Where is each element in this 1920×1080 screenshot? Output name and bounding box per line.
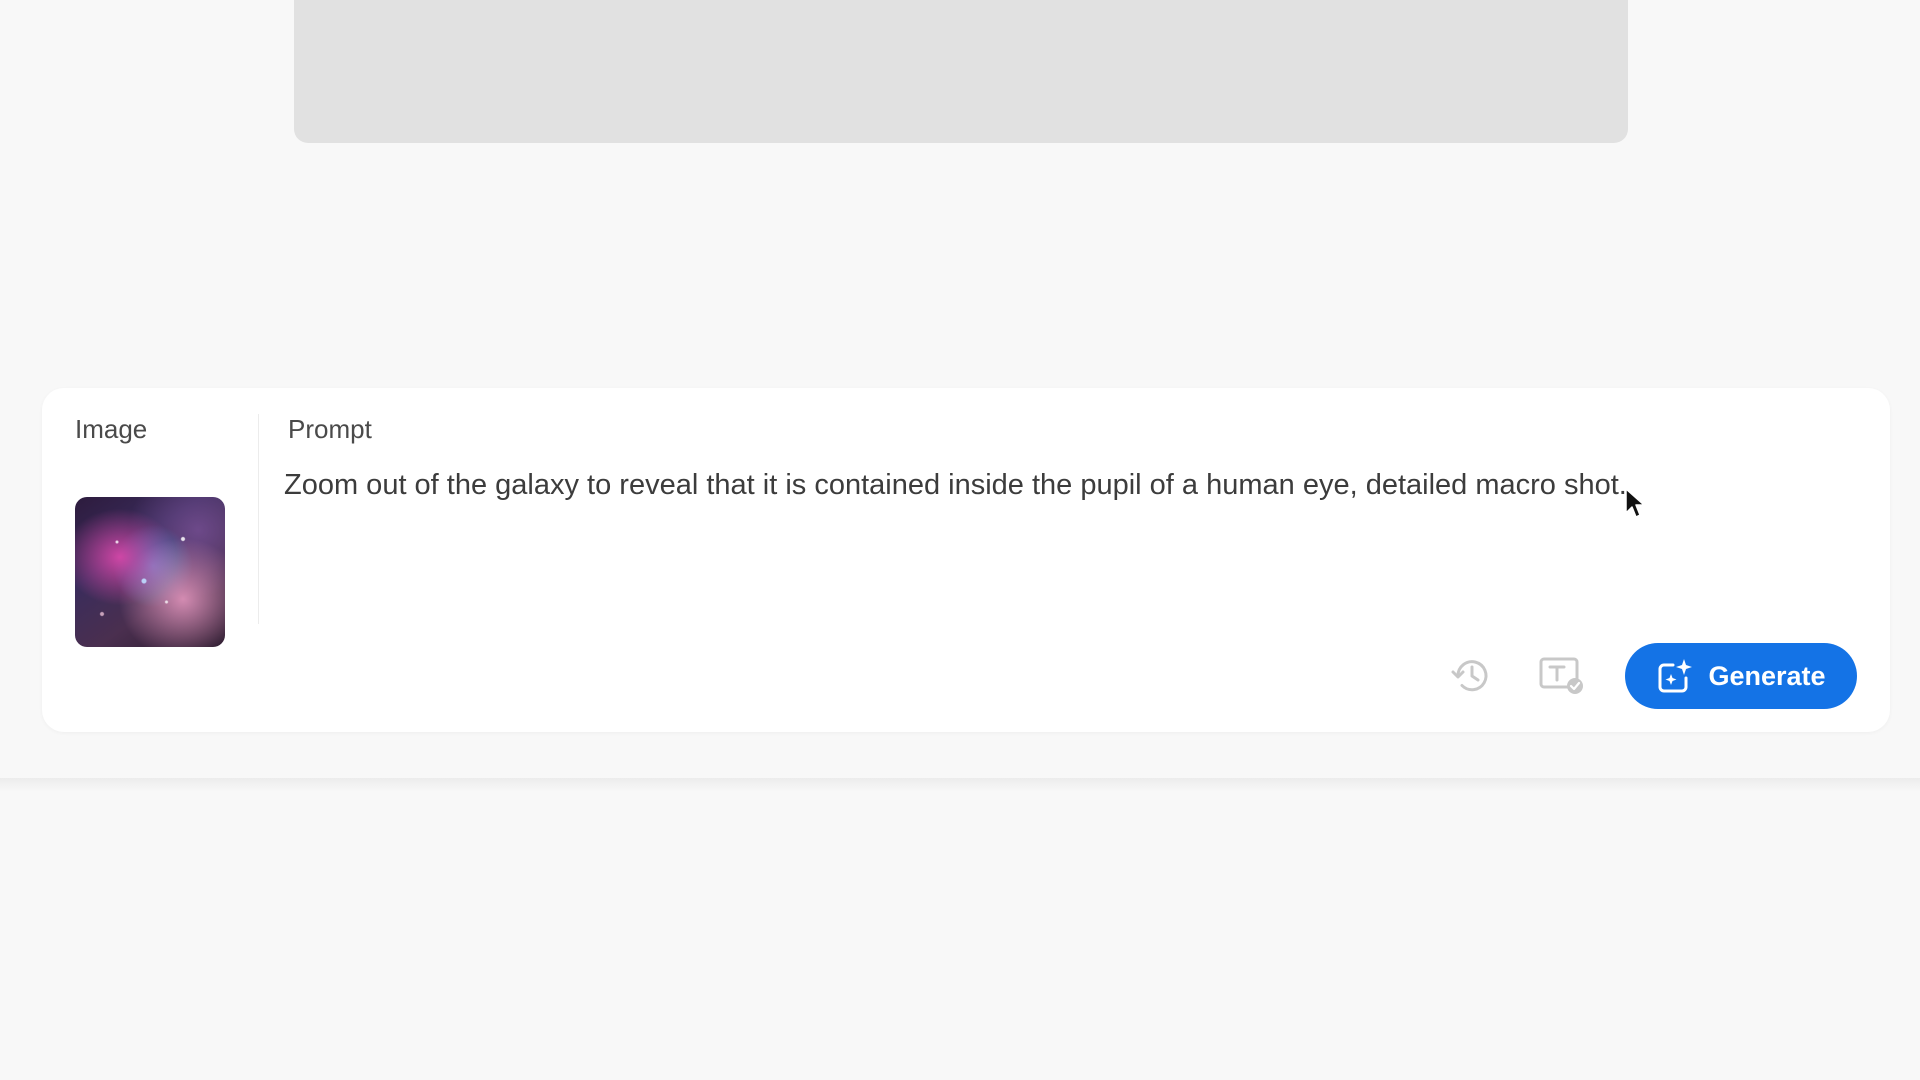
history-button[interactable] [1445,649,1499,703]
generate-label: Generate [1708,660,1826,691]
prompt-panel: Image Prompt Zoom out of the galaxy to r… [42,388,1890,732]
reference-image-thumbnail[interactable] [75,497,225,647]
sparkle-image-icon [1656,657,1694,695]
generate-button[interactable]: Generate [1625,643,1857,709]
mouse-pointer-icon [1625,488,1645,518]
image-label: Image [75,414,148,444]
content-credentials-button[interactable] [1535,649,1589,703]
section-divider [258,414,259,624]
prompt-input[interactable]: Zoom out of the galaxy to reveal that it… [284,468,1627,503]
history-icon [1451,660,1488,692]
page: Image Prompt Zoom out of the galaxy to r… [0,0,1920,1080]
section-bottom-shadow [0,778,1920,792]
image-section: Image [75,414,265,647]
preview-placeholder [294,0,1628,143]
prompt-section: Prompt Zoom out of the galaxy to reveal … [284,414,1848,616]
prompt-label: Prompt [288,414,372,444]
text-check-icon [1539,657,1583,694]
action-row: Generate [1445,642,1857,710]
